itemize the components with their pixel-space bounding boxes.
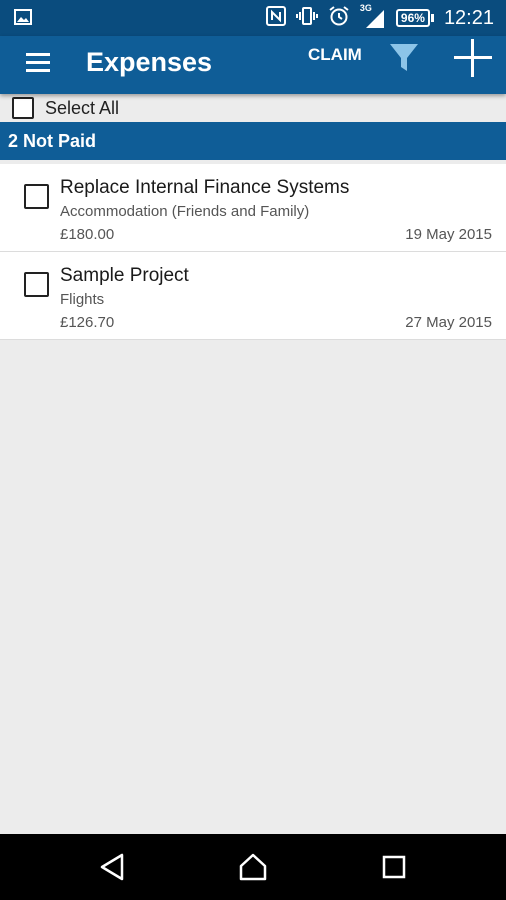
page-title: Expenses bbox=[86, 47, 213, 77]
battery-icon: 96% bbox=[395, 9, 434, 27]
item-date: 27 May 2015 bbox=[405, 314, 492, 331]
group-header-not-paid: 2 Not Paid bbox=[0, 122, 506, 160]
item-date: 19 May 2015 bbox=[405, 226, 492, 243]
status-bar: 3G 96% 12:21 bbox=[0, 0, 506, 36]
app-bar: Expenses CLAIM bbox=[0, 36, 506, 94]
alarm-icon bbox=[328, 5, 350, 32]
select-all-label: Select All bbox=[45, 98, 120, 118]
home-icon bbox=[239, 853, 267, 881]
claim-button[interactable]: CLAIM bbox=[306, 44, 364, 66]
item-title: Replace Internal Finance Systems bbox=[60, 177, 350, 198]
add-expense-button[interactable] bbox=[450, 35, 496, 81]
list-item[interactable]: Sample Project Flights £126.70 27 May 20… bbox=[0, 252, 506, 340]
item-checkbox[interactable] bbox=[24, 272, 49, 297]
item-amount: £126.70 bbox=[60, 314, 115, 331]
menu-button[interactable] bbox=[22, 46, 58, 82]
hamburger-menu-icon bbox=[26, 53, 50, 72]
item-category: Flights bbox=[60, 291, 105, 308]
back-triangle-icon bbox=[100, 853, 124, 881]
back-button[interactable] bbox=[98, 852, 128, 882]
recents-button[interactable] bbox=[379, 852, 409, 882]
funnel-filter-icon bbox=[390, 44, 418, 71]
plus-icon bbox=[454, 39, 492, 77]
select-all-row[interactable]: Select All bbox=[0, 94, 506, 122]
recents-square-icon bbox=[382, 855, 406, 879]
navigation-bar bbox=[0, 834, 506, 900]
filter-button[interactable] bbox=[384, 39, 424, 79]
vibrate-icon bbox=[295, 6, 318, 31]
item-title: Sample Project bbox=[60, 265, 189, 286]
list-item[interactable]: Replace Internal Finance Systems Accommo… bbox=[0, 164, 506, 252]
status-time: 12:21 bbox=[443, 6, 494, 29]
image-notification-icon bbox=[14, 9, 32, 30]
nfc-icon bbox=[265, 5, 286, 31]
battery-level: 96% bbox=[395, 9, 430, 27]
home-button[interactable] bbox=[238, 852, 268, 882]
item-amount: £180.00 bbox=[60, 226, 115, 243]
expense-list: Replace Internal Finance Systems Accommo… bbox=[0, 164, 506, 340]
signal-icon: 3G bbox=[360, 3, 386, 30]
group-label: 2 Not Paid bbox=[8, 131, 97, 151]
item-category: Accommodation (Friends and Family) bbox=[60, 203, 310, 220]
select-all-checkbox[interactable] bbox=[12, 97, 34, 119]
item-checkbox[interactable] bbox=[24, 184, 49, 209]
